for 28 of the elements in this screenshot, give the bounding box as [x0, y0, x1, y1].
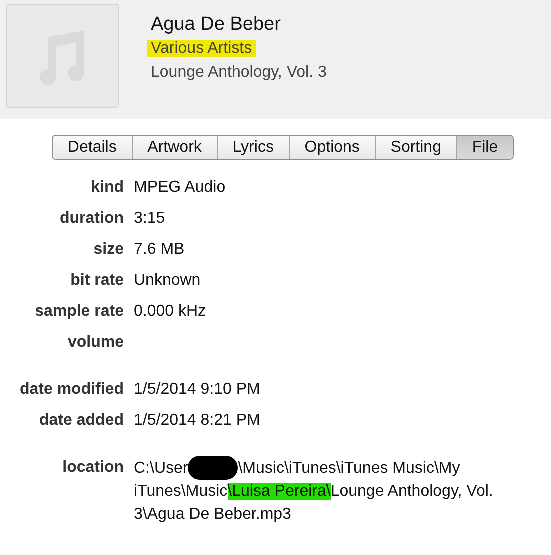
- field-label: bit rate: [70, 271, 125, 291]
- file-path: C:\User: [134, 458, 188, 478]
- field-value: 3:15: [134, 209, 166, 229]
- file-path: \Music\iTunes\iTunes Music\My: [238, 458, 460, 478]
- tab[interactable]: Sorting: [376, 136, 458, 159]
- field-value: 1/5/2014 9:10 PM: [134, 380, 262, 400]
- field-label: volume: [66, 333, 125, 353]
- album-name: Lounge Anthology, Vol. 3: [151, 63, 327, 83]
- field-label: size: [92, 240, 125, 260]
- field-label: sample rate: [34, 302, 125, 322]
- redaction-mark: [188, 456, 238, 480]
- field-value: 7.6 MB: [134, 240, 186, 260]
- field-value: 1/5/2014 8:21 PM: [134, 411, 262, 431]
- field-label: date added: [38, 411, 125, 431]
- field-label: date modified: [18, 380, 125, 400]
- tab[interactable]: File: [457, 136, 513, 159]
- tab[interactable]: Details: [53, 136, 133, 159]
- tab[interactable]: Options: [290, 136, 376, 159]
- tab[interactable]: Lyrics: [218, 136, 290, 159]
- field-value: 0.000 kHz: [134, 302, 208, 322]
- tab[interactable]: Artwork: [132, 136, 218, 159]
- artist-name: Various Artists: [147, 40, 256, 57]
- field-label: duration: [59, 209, 125, 229]
- field-value: Unknown: [134, 271, 202, 291]
- song-title: Agua De Beber: [151, 13, 282, 37]
- field-value: MPEG Audio: [134, 178, 227, 198]
- field-label: location: [62, 458, 125, 478]
- field-label: kind: [90, 178, 125, 198]
